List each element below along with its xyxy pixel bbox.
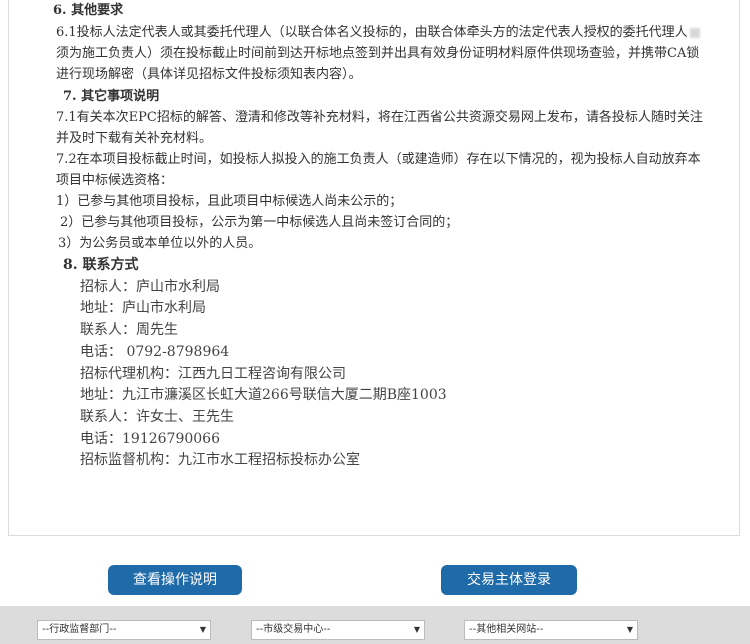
section-6-line-1: 6.1投标人法定代表人或其委托代理人（以联合体名义投标的，由联合体牵头方的法定代… xyxy=(56,24,700,42)
section-6-line-2: 须为施工负责人）须在投标截止时间前到达开标地点签到并出具有效身份证明材料原件供现… xyxy=(56,46,700,61)
contact-agency: 招标代理机构：江西九日工程咨询有限公司 xyxy=(80,366,346,382)
footer-bar: --行政监督部门-- ▼ --市级交易中心-- ▼ --其他相关网站-- ▼ xyxy=(0,606,750,644)
section-8-title: 8. 联系方式 xyxy=(63,257,139,273)
section-7-title: 7. 其它事项说明 xyxy=(63,89,160,104)
view-instructions-button[interactable]: 查看操作说明 xyxy=(108,565,242,595)
section-7-1-line-2: 并及时下载有关补充材料。 xyxy=(56,131,213,146)
dropdown-arrow-icon: ▼ xyxy=(626,625,633,634)
contact-tenderer-address: 地址：庐山市水利局 xyxy=(80,300,206,316)
dropdown-arrow-icon: ▼ xyxy=(413,625,420,634)
contact-tenderer: 招标人：庐山市水利局 xyxy=(80,279,220,295)
section-7-2-line-1: 7.2在本项目投标截止时间，如投标人拟投入的施工负责人（或建造师）存在以下情况的… xyxy=(56,152,701,167)
contact-tenderer-phone: 电话： 0792-8798964 xyxy=(80,344,230,360)
condition-item-3: 3）为公务员或本单位以外的人员。 xyxy=(58,236,262,251)
section-7-1-line-1: 7.1有关本次EPC招标的解答、澄清和修改等补充材料，将在江西省公共资源交易网上… xyxy=(56,110,703,125)
section-7-2-line-2: 项目中标候选资格： xyxy=(56,173,174,188)
admin-supervision-select[interactable]: --行政监督部门-- ▼ xyxy=(37,620,211,640)
section-6-line-3: 进行现场解密（具体详见招标文件投标须知表内容）。 xyxy=(56,67,362,82)
dropdown-arrow-icon: ▼ xyxy=(199,625,206,634)
login-button[interactable]: 交易主体登录 xyxy=(441,565,577,595)
redacted-mark xyxy=(689,27,700,38)
section-6-title: 6. 其他要求 xyxy=(53,3,124,18)
condition-item-1: 1）已参与其他项目投标，且此项目中标候选人尚未公示的； xyxy=(56,194,403,209)
city-trading-center-select[interactable]: --市级交易中心-- ▼ xyxy=(251,620,425,640)
related-sites-select[interactable]: --其他相关网站-- ▼ xyxy=(464,620,638,640)
contact-supervisor: 招标监督机构：九江市水工程招标投标办公室 xyxy=(80,452,360,468)
condition-item-2: 2）已参与其他项目投标，公示为第一中标候选人且尚未签订合同的； xyxy=(60,215,459,230)
contact-agency-person: 联系人：许女士、王先生 xyxy=(80,409,234,425)
contact-agency-phone: 电话：19126790066 xyxy=(80,431,220,447)
contact-tenderer-person: 联系人：周先生 xyxy=(80,322,178,338)
contact-agency-address: 地址：九江市濂溪区长虹大道266号联信大厦二期B座1003 xyxy=(80,387,447,403)
